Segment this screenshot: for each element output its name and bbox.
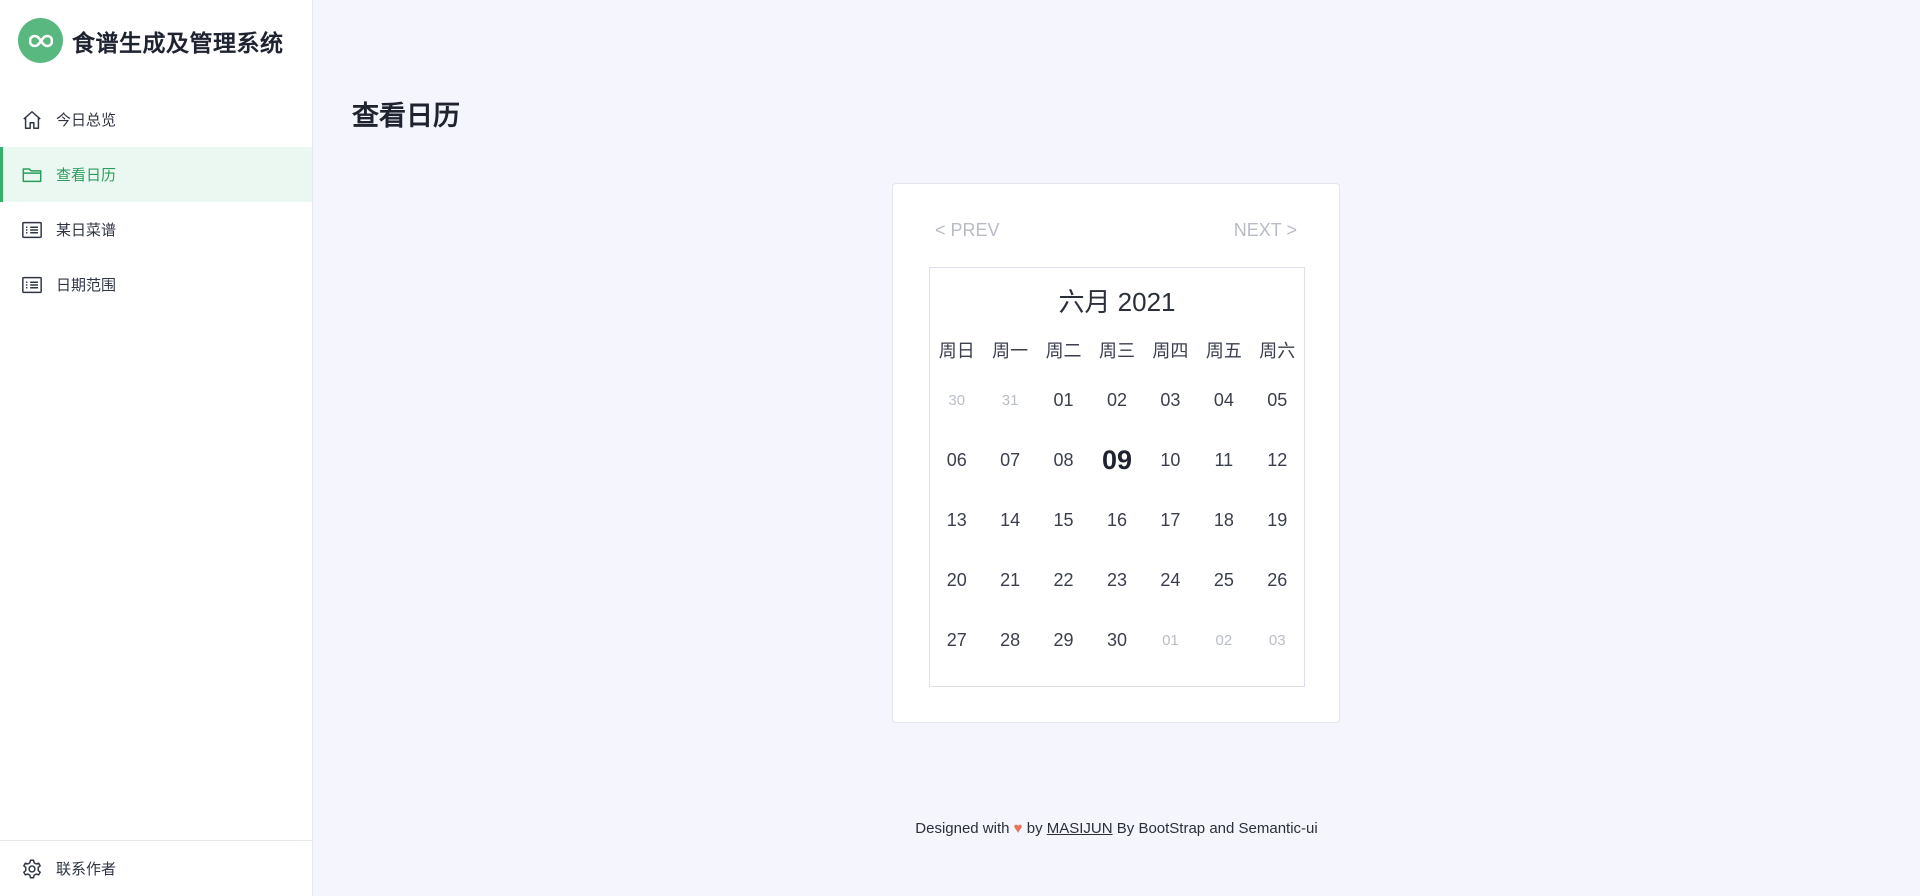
footer-by: by	[1026, 820, 1043, 837]
calendar-day[interactable]: 30	[1090, 610, 1143, 670]
calendar-day[interactable]: 25	[1197, 550, 1250, 610]
calendar-day[interactable]: 04	[1197, 370, 1250, 430]
calendar-day[interactable]: 27	[930, 610, 983, 670]
calendar-day[interactable]: 12	[1251, 430, 1304, 490]
weekday-header: 周五	[1205, 341, 1242, 361]
page-title: 查看日历	[352, 101, 460, 131]
calendar-day[interactable]: 02	[1090, 370, 1143, 430]
calendar-day[interactable]: 17	[1144, 490, 1197, 550]
sidebar-item-daily-recipe[interactable]: 某日菜谱	[0, 202, 312, 257]
calendar-day[interactable]: 19	[1251, 490, 1304, 550]
next-month-button[interactable]: NEXT >	[1234, 220, 1297, 241]
footer-prefix: Designed with	[915, 820, 1010, 837]
calendar-day[interactable]: 05	[1251, 370, 1304, 430]
calendar-month-label: 六月 2021	[1058, 287, 1176, 317]
calendar-day[interactable]: 11	[1197, 430, 1250, 490]
calendar-day[interactable]: 03	[1144, 370, 1197, 430]
calendar-day[interactable]: 22	[1037, 550, 1090, 610]
calendar-day[interactable]: 31	[983, 370, 1036, 430]
footer-suffix: By BootStrap and Semantic-ui	[1116, 820, 1318, 837]
calendar-day[interactable]: 16	[1090, 490, 1143, 550]
author-link[interactable]: MASIJUN	[1047, 820, 1113, 837]
calendar-day[interactable]: 28	[983, 610, 1036, 670]
sidebar-item-calendar[interactable]: 查看日历	[0, 147, 312, 202]
prev-month-button[interactable]: < PREV	[935, 220, 1000, 241]
sidebar-nav: 今日总览 查看日历 某日菜谱 日期范围	[0, 92, 312, 312]
brand[interactable]: 食谱生成及管理系统	[18, 18, 284, 63]
calendar: 六月 2021 周日 周一 周二 周三 周四 周五 周六 30 31 01 02 03 04 05 06 07…	[929, 267, 1305, 687]
calendar-day[interactable]: 14	[983, 490, 1036, 550]
calendar-day[interactable]: 21	[983, 550, 1036, 610]
sidebar-item-label: 联系作者	[56, 861, 117, 878]
page-footer: Designed with ♥ by MASIJUN By BootStrap …	[313, 820, 1920, 837]
heart-icon: ♥	[1013, 820, 1023, 837]
calendar-day[interactable]: 13	[930, 490, 983, 550]
calendar-day[interactable]: 26	[1251, 550, 1304, 610]
weekday-header: 周日	[938, 341, 975, 361]
folder-icon	[20, 163, 44, 187]
calendar-day[interactable]: 29	[1037, 610, 1090, 670]
calendar-day[interactable]: 18	[1197, 490, 1250, 550]
sidebar: 食谱生成及管理系统 今日总览 查看日历 某日菜谱 日期范围 联系作者	[0, 0, 313, 896]
weekday-header: 周三	[1098, 341, 1135, 361]
calendar-card: < PREV NEXT > 六月 2021 周日 周一 周二 周三 周四 周五 周六 30 31…	[892, 183, 1340, 723]
sidebar-item-label: 今日总览	[56, 112, 117, 129]
gear-icon	[20, 857, 44, 881]
calendar-day[interactable]: 20	[930, 550, 983, 610]
weekday-header: 周二	[1045, 341, 1082, 361]
calendar-grid: 周日 周一 周二 周三 周四 周五 周六 30 31 01 02 03 04 05 06 07 08 09 10 11…	[930, 330, 1304, 670]
sidebar-item-date-range[interactable]: 日期范围	[0, 257, 312, 312]
sidebar-item-label: 日期范围	[56, 277, 117, 294]
list-icon	[20, 218, 44, 242]
calendar-day[interactable]: 15	[1037, 490, 1090, 550]
calendar-day[interactable]: 01	[1037, 370, 1090, 430]
weekday-header: 周一	[992, 341, 1029, 361]
calendar-day[interactable]: 03	[1251, 610, 1304, 670]
calendar-day[interactable]: 07	[983, 430, 1036, 490]
calendar-day[interactable]: 23	[1090, 550, 1143, 610]
sidebar-item-overview[interactable]: 今日总览	[0, 92, 312, 147]
weekday-header: 周四	[1152, 341, 1189, 361]
calendar-day[interactable]: 02	[1197, 610, 1250, 670]
weekday-header: 周六	[1259, 341, 1296, 361]
calendar-day[interactable]: 06	[930, 430, 983, 490]
calendar-day[interactable]: 30	[930, 370, 983, 430]
calendar-day-today[interactable]: 09	[1090, 430, 1143, 490]
sidebar-item-contact[interactable]: 联系作者	[0, 840, 312, 896]
infinity-icon	[18, 18, 63, 63]
calendar-day[interactable]: 01	[1144, 610, 1197, 670]
sidebar-item-label: 查看日历	[56, 167, 117, 184]
app-title: 食谱生成及管理系统	[72, 29, 284, 56]
calendar-day[interactable]: 24	[1144, 550, 1197, 610]
calendar-day[interactable]: 08	[1037, 430, 1090, 490]
calendar-day[interactable]: 10	[1144, 430, 1197, 490]
home-icon	[20, 108, 44, 132]
sidebar-item-label: 某日菜谱	[56, 222, 117, 239]
list-icon	[20, 273, 44, 297]
